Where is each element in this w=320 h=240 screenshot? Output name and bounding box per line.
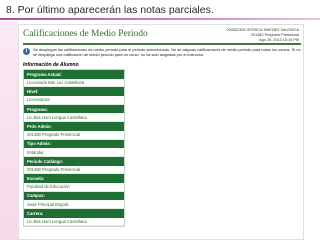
info-value: Lic.Bás.Hum.Lengua Castellana: [27, 219, 87, 225]
info-notice: i Se desplegan las calificaciones de med…: [23, 47, 301, 57]
info-value: Facultad de Educación: [27, 184, 70, 190]
info-value-row: Sede Principal Bogotá: [24, 200, 124, 209]
info-value: Licenciado Bás Lec Castellana: [27, 80, 85, 86]
info-value: 201360 Pregrado Presencial: [27, 166, 81, 172]
info-value-row: 201360 Pregrado Presencial: [24, 165, 124, 175]
info-icon: i: [23, 48, 30, 55]
slide-title: 8. Por último aparecerán las notas parci…: [6, 4, 214, 16]
info-label-row: Programa Actual:: [24, 70, 124, 79]
info-label: Campus:: [27, 193, 45, 199]
info-label-row: Carrera:: [24, 209, 124, 218]
notice-text: Se desplegan las calificaciones de medio…: [33, 47, 301, 57]
info-value-row: Lic.Bás.Hum.Lengua Castellana: [24, 217, 124, 227]
info-value: Lic.Bás.Hum.Lengua Castellana: [27, 114, 87, 120]
info-label: Tipo Admis:: [27, 141, 51, 147]
title-divider: [0, 18, 320, 20]
info-label-row: Escuela:: [24, 174, 124, 183]
info-label-row: Tipo Admis:: [24, 139, 124, 149]
info-label: Carrera:: [27, 210, 44, 216]
embedded-screenshot: Calificaciones de Medio Periodo 00034232…: [18, 24, 304, 240]
info-value-row: Lic.Bás.Hum.Lengua Castellana: [24, 113, 124, 123]
info-value: 201360 Pregrado Presencial: [27, 132, 81, 138]
info-value-row: Licenciatura: [24, 96, 124, 105]
info-label-row: Campus:: [24, 191, 124, 201]
info-value-row: Facultad de Educación: [24, 182, 124, 192]
info-label: Periodo Catálogo:: [27, 158, 64, 164]
info-value: Licenciatura: [27, 97, 50, 103]
info-value: Estándar: [27, 149, 44, 155]
info-label: Prdo Admis:: [27, 123, 52, 129]
heading-divider: [23, 43, 301, 45]
info-label: Programa:: [27, 106, 48, 112]
info-label: Programa Actual:: [27, 71, 62, 77]
info-label-row: Nivel:: [24, 87, 124, 97]
info-label-row: Prdo Admis:: [24, 122, 124, 131]
page-heading: Calificaciones de Medio Periodo: [23, 29, 148, 39]
info-label-row: Periodo Catálogo:: [24, 156, 124, 166]
section-title: Información de Alumno: [23, 62, 79, 68]
info-label: Nivel:: [27, 89, 39, 95]
info-value: Sede Principal Bogotá: [27, 201, 69, 207]
info-value-row: Licenciado Bás Lec Castellana: [24, 78, 124, 88]
info-value-row: 201360 Pregrado Presencial: [24, 130, 124, 140]
student-info-table: Programa Actual: Licenciado Bás Lec Caste…: [23, 69, 125, 228]
info-label-row: Programa:: [24, 104, 124, 114]
info-value-row: Estándar: [24, 148, 124, 157]
user-info-block: 000342326 JESSICA JIMENEZ VALENCIA 20136…: [226, 28, 299, 43]
info-label: Escuela:: [27, 176, 45, 182]
slide-edge-band: [0, 21, 18, 240]
